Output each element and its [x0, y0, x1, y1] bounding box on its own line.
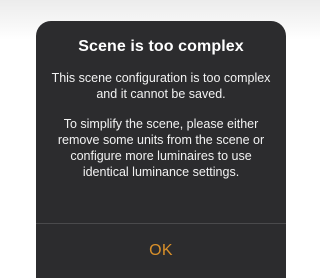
alert-title: Scene is too complex — [78, 38, 244, 55]
ok-button[interactable]: OK — [36, 224, 286, 278]
alert-message-primary: This scene configuration is too complex … — [51, 71, 271, 101]
alert-content: Scene is too complex This scene configur… — [36, 21, 286, 223]
screen-backdrop: Scene is too complex This scene configur… — [0, 0, 320, 278]
alert-message-secondary: To simplify the scene, please either rem… — [57, 117, 265, 179]
alert-dialog: Scene is too complex This scene configur… — [36, 21, 286, 278]
